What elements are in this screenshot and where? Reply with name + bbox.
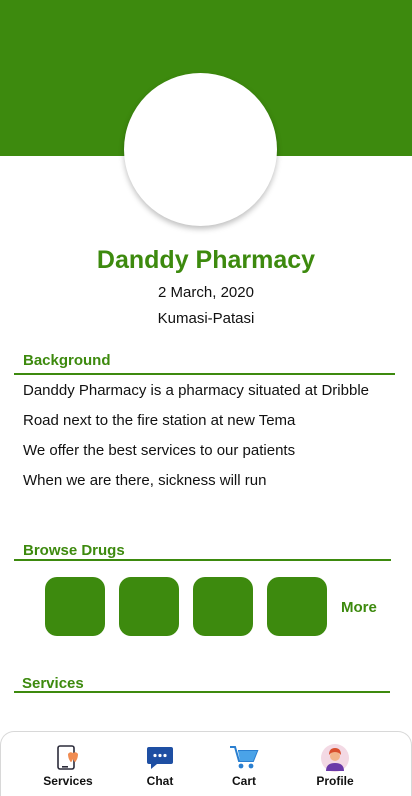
nav-services-label: Services [43, 774, 93, 788]
background-line-4: When we are there, sickness will run [23, 472, 267, 489]
services-divider [14, 691, 390, 693]
nav-cart[interactable]: Cart [217, 732, 271, 796]
nav-chat[interactable]: Chat [132, 732, 188, 796]
nav-profile[interactable]: Profile [307, 732, 363, 796]
user-avatar-icon [320, 744, 350, 772]
background-title: Background [23, 352, 111, 369]
pharmacy-date: 2 March, 2020 [158, 284, 254, 301]
drug-tile-2[interactable] [119, 577, 179, 636]
services-title: Services [22, 675, 84, 692]
background-line-2: Road next to the fire station at new Tem… [23, 412, 296, 429]
nav-profile-label: Profile [316, 774, 354, 788]
nav-chat-label: Chat [146, 774, 174, 788]
background-line-1: Danddy Pharmacy is a pharmacy situated a… [23, 382, 369, 399]
pharmacy-name: Danddy Pharmacy [96, 246, 316, 274]
shopping-cart-icon [229, 744, 259, 772]
nav-services[interactable]: Services [38, 732, 98, 796]
background-divider [14, 373, 395, 375]
browse-drugs-divider [14, 559, 391, 561]
more-drugs-link[interactable]: More [341, 599, 377, 616]
browse-drugs-title: Browse Drugs [23, 542, 125, 559]
profile-avatar[interactable] [124, 73, 277, 226]
drug-tile-4[interactable] [267, 577, 327, 636]
drug-tile-3[interactable] [193, 577, 253, 636]
chat-bubble-icon [146, 744, 174, 772]
bottom-navigation: Services Chat Cart Profile [0, 731, 412, 796]
phone-tooth-icon [57, 744, 79, 772]
pharmacy-location: Kumasi-Patasi [157, 310, 255, 327]
drug-tile-1[interactable] [45, 577, 105, 636]
background-line-3: We offer the best services to our patien… [23, 442, 296, 459]
nav-cart-label: Cart [231, 774, 256, 788]
